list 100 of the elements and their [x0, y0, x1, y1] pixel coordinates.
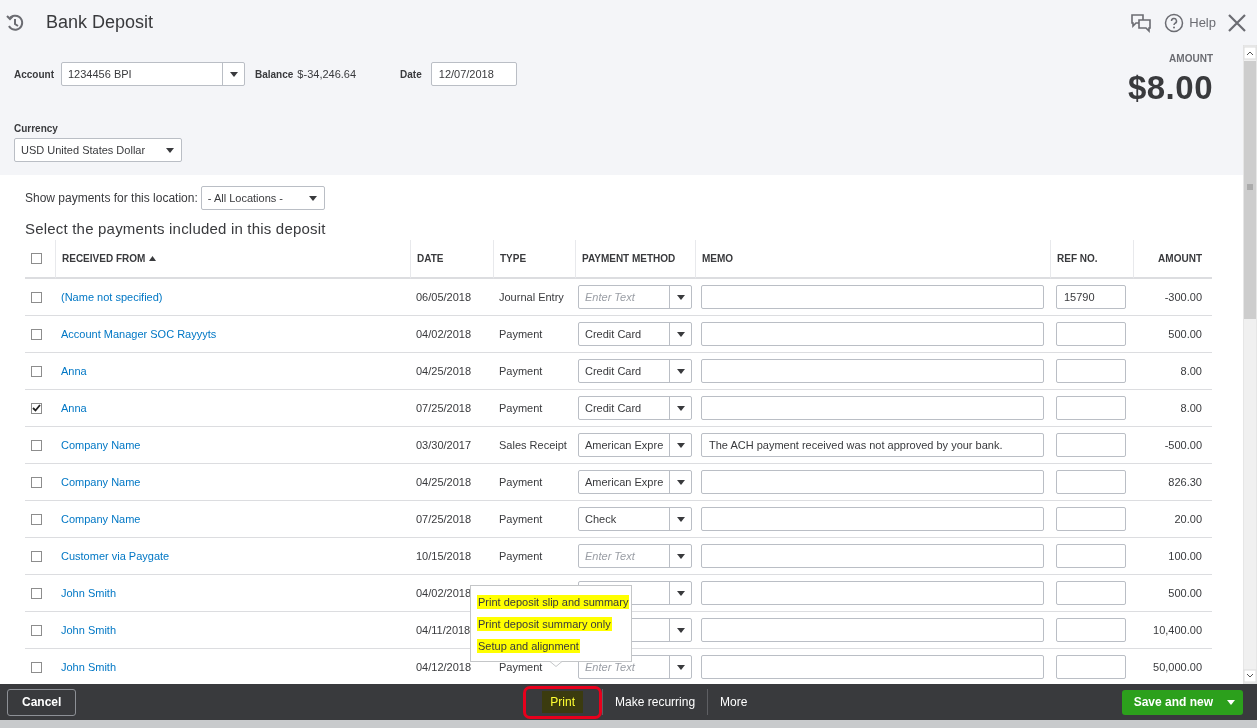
memo-field[interactable] — [701, 507, 1044, 531]
amount-label: AMOUNT — [1168, 53, 1213, 64]
ref-no-field[interactable] — [1056, 544, 1126, 568]
date-label: Date — [400, 68, 422, 80]
sort-ascending-icon — [149, 256, 157, 261]
ref-no-field[interactable] — [1056, 507, 1126, 531]
payer-link[interactable]: Company Name — [61, 439, 141, 451]
total-amount: $8.00 — [1127, 69, 1213, 107]
date-cell: 04/02/2018 — [416, 587, 472, 599]
payment-method-dropdown[interactable]: Check — [578, 507, 692, 531]
checkbox[interactable] — [31, 253, 42, 264]
checkbox[interactable] — [31, 661, 42, 673]
payment-method-dropdown[interactable]: Credit Card — [578, 322, 692, 346]
account-dropdown[interactable]: 1234456 BPI — [61, 62, 245, 86]
checkbox[interactable] — [31, 402, 42, 414]
payer-link[interactable]: Company Name — [61, 513, 141, 525]
help-button[interactable]: Help — [1164, 12, 1216, 33]
caret-icon — [676, 331, 685, 337]
memo-field[interactable] — [701, 618, 1044, 642]
column-header[interactable]: RECEIVED FROM — [62, 253, 146, 264]
checkbox[interactable] — [31, 550, 42, 562]
amount-cell: 50,000.00 — [1153, 661, 1202, 673]
menu-item[interactable]: Setup and alignment — [477, 639, 580, 653]
memo-field[interactable] — [701, 396, 1044, 420]
memo-field[interactable] — [701, 581, 1044, 605]
payer-link[interactable]: John Smith — [61, 624, 117, 636]
memo-field[interactable] — [701, 655, 1044, 679]
checkbox[interactable] — [31, 587, 42, 599]
payer-link[interactable]: Account Manager SOC Rayyyts — [61, 328, 217, 340]
caret-icon — [676, 442, 685, 448]
payer-link[interactable]: John Smith — [61, 661, 117, 673]
scrollbar[interactable] — [1243, 45, 1257, 684]
payer-link[interactable]: Anna — [61, 402, 87, 414]
payment-method-dropdown[interactable]: Credit Card — [578, 396, 692, 420]
amount-cell: 826.30 — [1168, 476, 1202, 488]
caret-icon — [676, 479, 685, 485]
caret-icon — [676, 516, 685, 522]
print-button[interactable]: Print — [542, 691, 584, 713]
checkbox[interactable] — [31, 439, 42, 451]
caret-icon — [308, 195, 317, 201]
checkbox[interactable] — [31, 365, 42, 377]
memo-field[interactable]: The ACH payment received was not approved by your bank. — [701, 433, 1044, 457]
more-button[interactable]: More — [708, 690, 760, 714]
date-field[interactable]: 12/07/2018 — [430, 62, 517, 86]
caret-icon — [676, 627, 685, 633]
payer-link[interactable]: Company Name — [61, 476, 141, 488]
memo-field[interactable] — [701, 470, 1044, 494]
menu-item[interactable]: Print deposit slip and summary — [477, 595, 630, 609]
type-cell: Payment — [499, 550, 543, 562]
currency-dropdown[interactable]: USD United States Dollar — [14, 138, 182, 162]
ref-no-field[interactable] — [1056, 433, 1126, 457]
payer-link[interactable]: (Name not specified) — [61, 291, 163, 303]
amount-cell: -300.00 — [1164, 291, 1202, 303]
checkbox[interactable] — [31, 328, 42, 340]
date-cell: 07/25/2018 — [416, 513, 472, 525]
ref-no-field[interactable] — [1056, 322, 1126, 346]
payment-method-dropdown[interactable]: American Expre — [578, 433, 692, 457]
payer-link[interactable]: Anna — [61, 365, 87, 377]
ref-no-field[interactable] — [1056, 396, 1126, 420]
menu-item[interactable]: Print deposit summary only — [477, 617, 612, 631]
memo-field[interactable] — [701, 359, 1044, 383]
section-title: Select the payments included in this deposit — [25, 220, 327, 239]
ref-no-field[interactable] — [1056, 581, 1126, 605]
payment-method-dropdown[interactable]: American Expre — [578, 470, 692, 494]
account-label: Account — [14, 68, 54, 80]
checkbox[interactable] — [31, 476, 42, 488]
date-cell: 04/02/2018 — [416, 328, 472, 340]
ref-no-field[interactable] — [1056, 359, 1126, 383]
ref-no-field[interactable] — [1056, 655, 1126, 679]
memo-field[interactable] — [701, 544, 1044, 568]
type-cell: Payment — [499, 513, 543, 525]
type-cell: Payment — [499, 365, 543, 377]
make-recurring-button[interactable]: Make recurring — [603, 690, 708, 714]
type-cell: Journal Entry — [499, 291, 564, 303]
close-icon[interactable] — [1228, 13, 1246, 32]
balance-label: Balance — [255, 68, 294, 80]
checkbox[interactable] — [31, 513, 42, 525]
window-title: Bank Deposit — [46, 12, 154, 33]
column-header: AMOUNT — [1158, 253, 1202, 264]
cancel-button[interactable]: Cancel — [7, 688, 77, 716]
ref-no-field[interactable]: 15790 — [1056, 285, 1126, 309]
caret-icon — [166, 147, 174, 153]
amount-cell: 8.00 — [1180, 365, 1202, 377]
ref-no-field[interactable] — [1056, 618, 1126, 642]
payer-link[interactable]: Customer via Paygate — [61, 550, 170, 562]
type-cell: Payment — [499, 402, 543, 414]
chat-icon[interactable] — [1130, 12, 1153, 33]
checkbox[interactable] — [31, 624, 42, 636]
date-cell: 04/25/2018 — [416, 476, 472, 488]
payment-method-dropdown[interactable]: Credit Card — [578, 359, 692, 383]
caret-icon — [676, 590, 685, 596]
date-cell: 10/15/2018 — [416, 550, 472, 562]
payer-link[interactable]: John Smith — [61, 587, 117, 599]
location-dropdown[interactable]: - All Locations - — [200, 186, 325, 210]
memo-field[interactable] — [701, 285, 1044, 309]
checkbox[interactable] — [31, 291, 42, 303]
column-header: MEMO — [702, 253, 734, 264]
memo-field[interactable] — [701, 322, 1044, 346]
ref-no-field[interactable] — [1056, 470, 1126, 494]
type-cell: Payment — [499, 661, 543, 673]
